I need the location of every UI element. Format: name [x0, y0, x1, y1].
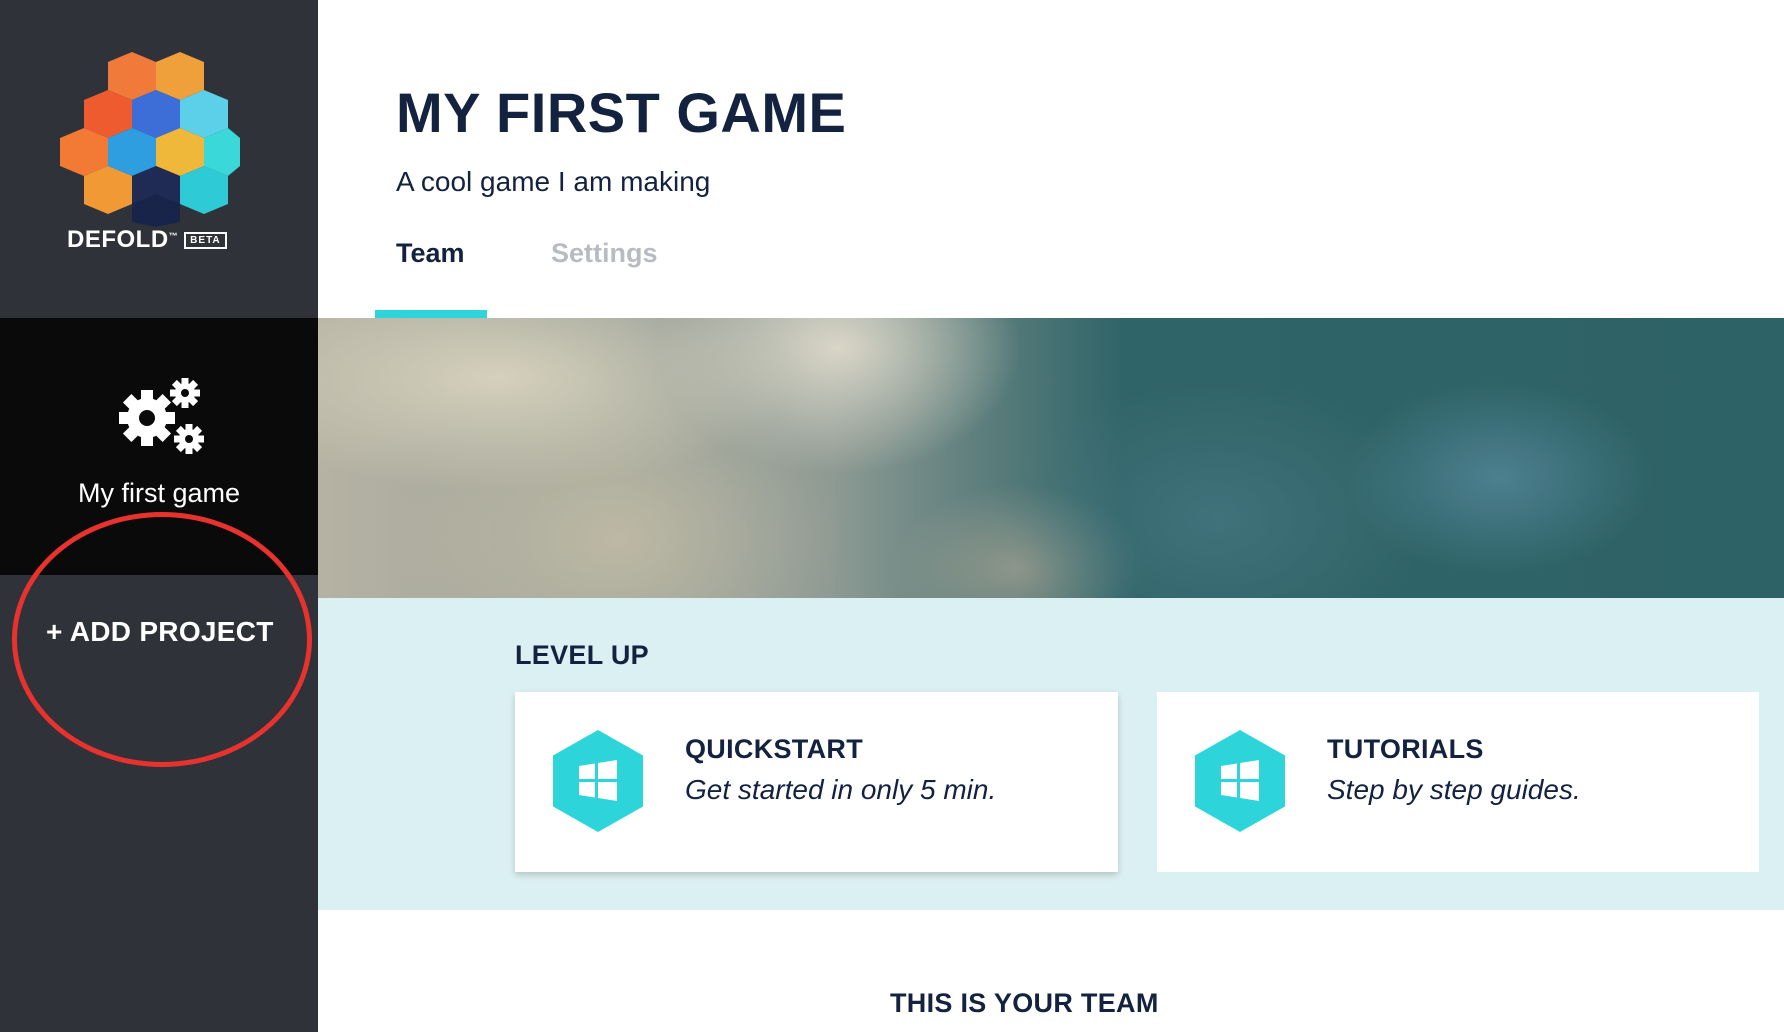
card-description: Step by step guides.: [1327, 774, 1581, 805]
active-tab-indicator: [375, 310, 487, 318]
defold-wordmark: DEFOLD ™ BETA: [67, 226, 227, 254]
windows-hex-icon: [553, 730, 643, 832]
card-description: Get started in only 5 min.: [685, 774, 997, 805]
sidebar-item-label: My first game: [77, 478, 241, 508]
page-title: MY FIRST GAME: [396, 81, 847, 144]
card-title: QUICKSTART: [685, 734, 863, 764]
level-up-heading: LEVEL UP: [515, 640, 649, 670]
banner-image: [318, 318, 1784, 598]
team-heading: THIS IS YOUR TEAM: [890, 988, 1159, 1018]
logo-trademark: ™: [168, 231, 179, 241]
logo-area: DEFOLD ™ BETA: [0, 0, 318, 318]
tutorials-card[interactable]: TUTORIALS Step by step guides.: [1157, 692, 1759, 872]
beta-badge: BETA: [184, 231, 227, 249]
tab-settings[interactable]: Settings: [551, 238, 658, 269]
page-subtitle: A cool game I am making: [396, 166, 711, 197]
gears-icon: [119, 378, 204, 454]
logo-name: DEFOLD: [67, 226, 169, 253]
quickstart-card[interactable]: QUICKSTART Get started in only 5 min.: [515, 692, 1118, 872]
defold-logo-icon: [60, 52, 240, 227]
tab-team[interactable]: Team: [396, 238, 465, 269]
windows-hex-icon: [1195, 730, 1285, 832]
add-project-button[interactable]: + ADD PROJECT: [46, 616, 274, 648]
card-title: TUTORIALS: [1327, 734, 1484, 764]
